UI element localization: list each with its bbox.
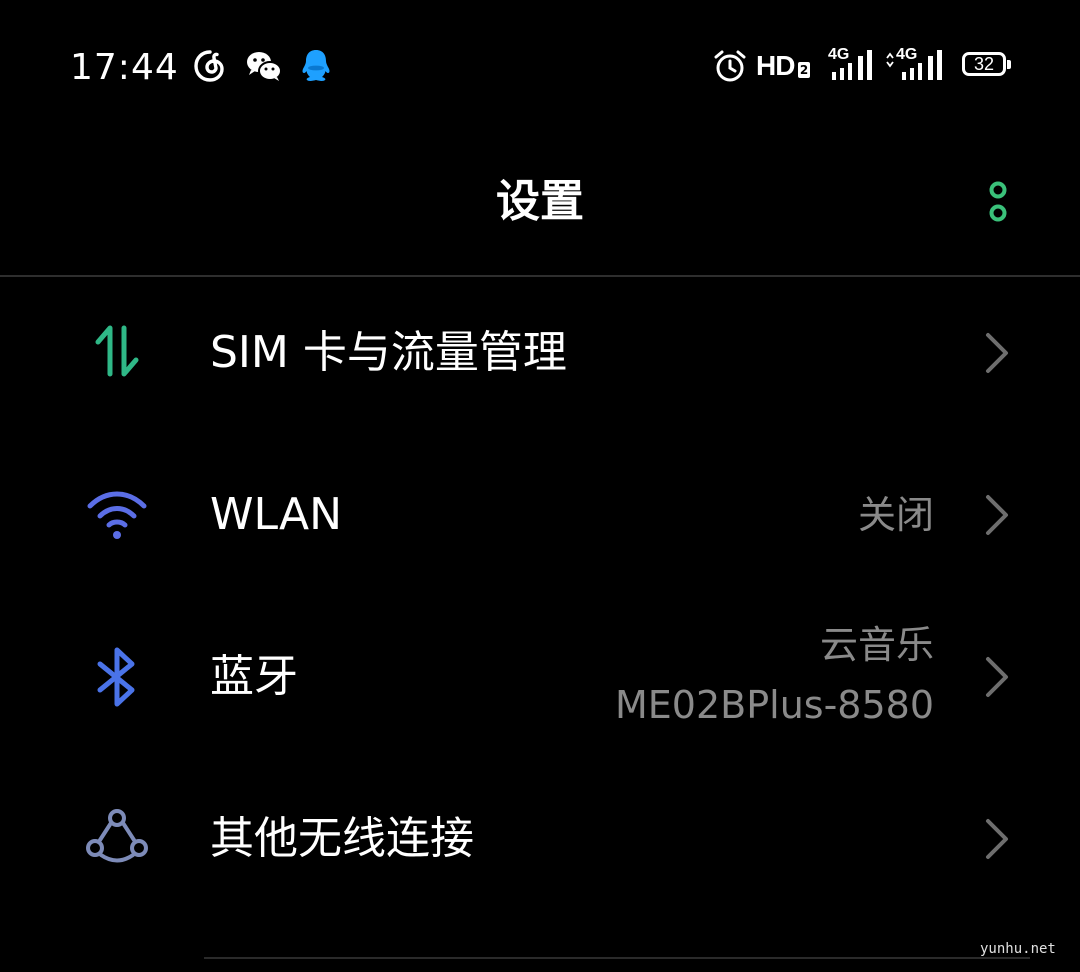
settings-item-bluetooth[interactable]: 蓝牙 云音乐 ME02BPlus-8580 xyxy=(0,596,1080,758)
battery-indicator: 32 xyxy=(962,52,1006,76)
netease-music-icon xyxy=(194,50,224,82)
signal-strength-2-icon xyxy=(886,50,942,80)
hd-sim-indicator: 2 xyxy=(798,62,810,78)
alarm-icon xyxy=(714,50,746,82)
chevron-right-icon xyxy=(986,819,1008,859)
settings-item-wlan[interactable]: WLAN 关闭 xyxy=(0,434,1080,596)
other-wireless-icon xyxy=(86,809,148,863)
settings-screen: 17:44 HD 2 4G 4G 32 设置 SIM 卡与流量管理 WLAN 关… xyxy=(0,0,1080,972)
settings-item-label: 蓝牙 xyxy=(210,651,298,702)
wechat-icon xyxy=(247,52,282,81)
bluetooth-device-line2: ME02BPlus-8580 xyxy=(615,683,934,727)
wlan-status-value: 关闭 xyxy=(857,493,934,537)
list-divider xyxy=(204,957,1030,959)
page-title: 设置 xyxy=(496,176,584,227)
signal-strength-1-icon xyxy=(832,50,872,80)
hd-voice-label: HD xyxy=(756,50,795,81)
watermark: yunhu.net xyxy=(980,941,1056,957)
chevron-right-icon xyxy=(986,333,1008,373)
bluetooth-icon xyxy=(97,647,135,707)
settings-item-label: WLAN xyxy=(210,489,343,540)
more-options-button[interactable] xyxy=(978,176,1018,228)
sim-data-icon xyxy=(95,325,139,377)
wifi-icon xyxy=(87,491,147,539)
settings-item-label: SIM 卡与流量管理 xyxy=(210,327,567,378)
chevron-right-icon xyxy=(986,657,1008,697)
bluetooth-device-line1: 云音乐 xyxy=(819,623,934,667)
status-bar: 17:44 HD 2 4G 4G 32 xyxy=(0,0,1080,120)
battery-tip xyxy=(1007,60,1011,69)
settings-item-sim[interactable]: SIM 卡与流量管理 xyxy=(0,272,1080,434)
more-vertical-icon xyxy=(989,181,1007,222)
chevron-right-icon xyxy=(986,495,1008,535)
qq-icon xyxy=(302,50,330,81)
settings-item-label: 其他无线连接 xyxy=(210,813,474,864)
status-time: 17:44 xyxy=(70,47,179,88)
settings-item-other-wireless[interactable]: 其他无线连接 xyxy=(0,758,1080,920)
